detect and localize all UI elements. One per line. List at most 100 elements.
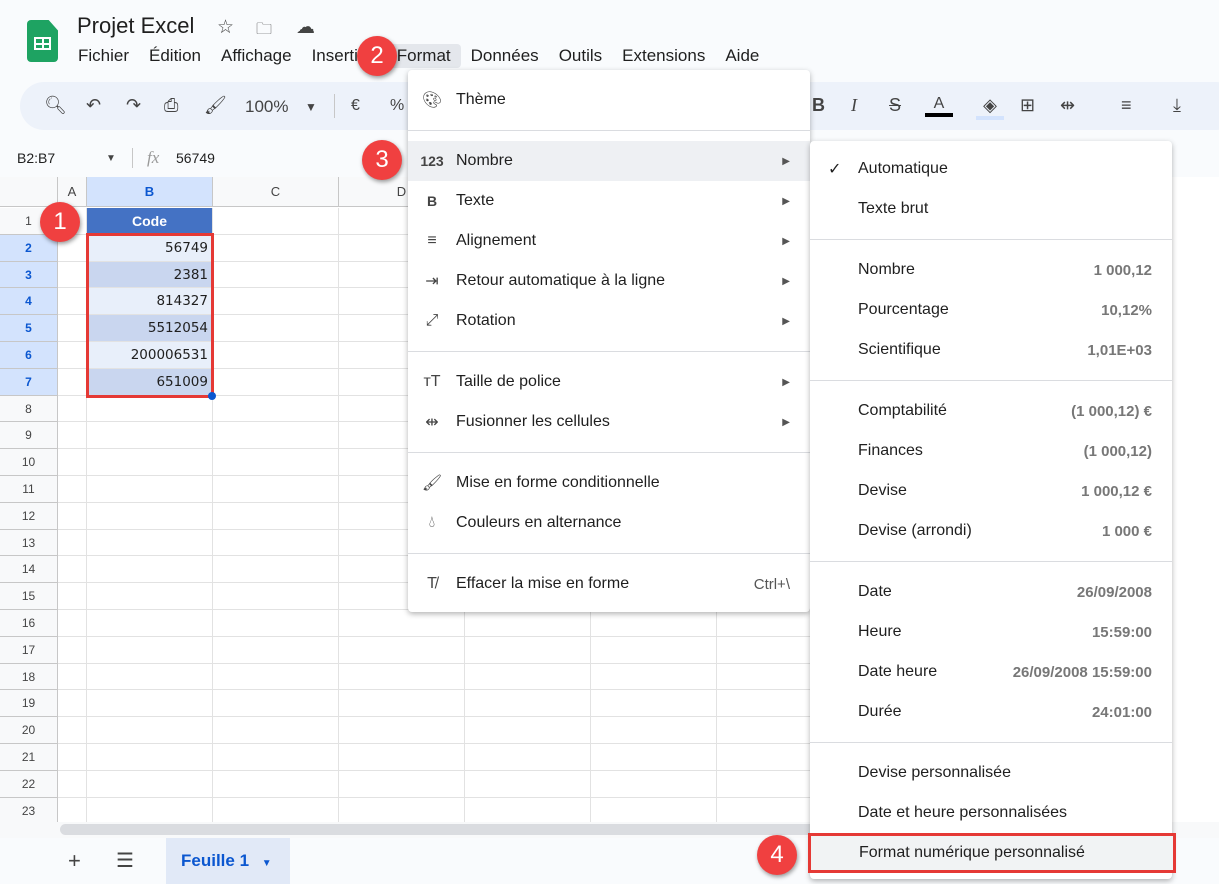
row-header[interactable]: 20 bbox=[0, 717, 58, 744]
cell[interactable] bbox=[87, 610, 213, 637]
row-header[interactable]: 6 bbox=[0, 342, 58, 369]
chevron-down-icon[interactable]: ▼ bbox=[106, 153, 116, 164]
cell[interactable] bbox=[58, 797, 87, 822]
menu-aide[interactable]: Aide bbox=[715, 44, 769, 68]
cell[interactable] bbox=[213, 449, 339, 476]
merge-cells-icon[interactable]: ⇹ bbox=[1060, 95, 1075, 116]
menu-item-11[interactable]: T̸ Effacer la mise en forme Ctrl+\ bbox=[408, 564, 810, 604]
menu-item-6[interactable]: ⤢ Rotation ▶ bbox=[408, 301, 810, 341]
cell[interactable] bbox=[591, 690, 717, 718]
cell[interactable] bbox=[213, 583, 339, 610]
number-format-option[interactable]: Date heure 26/09/2008 15:59:00 bbox=[810, 652, 1172, 692]
cell[interactable] bbox=[58, 261, 87, 289]
row-header[interactable]: 16 bbox=[0, 610, 58, 637]
folder-move-icon[interactable]: 🗀 bbox=[256, 18, 272, 45]
number-format-option[interactable]: Comptabilité (1 000,12) € bbox=[810, 391, 1172, 431]
number-format-option[interactable]: Devise (arrondi) 1 000 € bbox=[810, 511, 1172, 551]
cell[interactable] bbox=[339, 663, 465, 691]
cell[interactable] bbox=[213, 368, 339, 396]
cell[interactable] bbox=[465, 717, 591, 744]
row-header[interactable]: 21 bbox=[0, 744, 58, 771]
cell[interactable] bbox=[58, 502, 87, 530]
print-icon[interactable]: ⎙ bbox=[164, 95, 178, 116]
select-all-corner[interactable] bbox=[0, 177, 58, 207]
cell[interactable] bbox=[58, 315, 87, 342]
cell[interactable] bbox=[213, 556, 339, 584]
number-format-option[interactable]: Date et heure personnalisées bbox=[810, 793, 1172, 833]
cell[interactable] bbox=[58, 368, 87, 396]
menu-item-8[interactable]: ⇹ Fusionner les cellules ▶ bbox=[408, 402, 810, 442]
cell[interactable] bbox=[58, 636, 87, 664]
row-header[interactable]: 12 bbox=[0, 502, 58, 530]
number-format-option[interactable]: Finances (1 000,12) bbox=[810, 431, 1172, 471]
cell[interactable] bbox=[87, 797, 213, 822]
cell[interactable] bbox=[58, 288, 87, 316]
cell[interactable] bbox=[213, 770, 339, 798]
cell[interactable] bbox=[87, 663, 213, 691]
cell[interactable] bbox=[58, 529, 87, 557]
formula-input[interactable]: 56749 bbox=[176, 150, 215, 177]
cell[interactable] bbox=[465, 690, 591, 718]
cell[interactable] bbox=[465, 744, 591, 771]
cell[interactable] bbox=[339, 610, 465, 637]
cell[interactable] bbox=[87, 556, 213, 584]
sheets-logo[interactable] bbox=[27, 20, 58, 62]
italic-icon[interactable]: I bbox=[851, 95, 857, 116]
text-color-icon[interactable]: A bbox=[925, 95, 953, 117]
bold-icon[interactable]: B bbox=[812, 95, 825, 116]
cell[interactable] bbox=[87, 422, 213, 450]
cell[interactable] bbox=[87, 449, 213, 476]
cell[interactable] bbox=[58, 449, 87, 476]
cell[interactable] bbox=[213, 476, 339, 503]
cell[interactable] bbox=[58, 690, 87, 718]
number-format-option[interactable]: Format numérique personnalisé bbox=[808, 833, 1176, 873]
cell[interactable] bbox=[213, 690, 339, 718]
cell[interactable] bbox=[87, 476, 213, 503]
menu-affichage[interactable]: Affichage bbox=[211, 44, 302, 68]
number-format-option[interactable]: Devise personnalisée bbox=[810, 753, 1172, 793]
cell[interactable] bbox=[465, 797, 591, 822]
cell[interactable] bbox=[213, 342, 339, 369]
menu-item-10[interactable]: 💧︎ Couleurs en alternance bbox=[408, 503, 810, 543]
strikethrough-icon[interactable]: S bbox=[889, 95, 901, 116]
column-header-c[interactable]: C bbox=[213, 177, 339, 207]
cell[interactable] bbox=[465, 770, 591, 798]
row-header[interactable]: 8 bbox=[0, 395, 58, 423]
row-header[interactable]: 13 bbox=[0, 529, 58, 557]
cell[interactable] bbox=[213, 261, 339, 289]
cell[interactable] bbox=[213, 208, 339, 235]
currency-button[interactable]: € bbox=[351, 97, 360, 115]
cell[interactable] bbox=[591, 636, 717, 664]
name-box[interactable]: B2:B7 bbox=[17, 150, 55, 177]
chevron-down-icon[interactable]: ▼ bbox=[305, 100, 317, 114]
cell[interactable] bbox=[87, 636, 213, 664]
borders-icon[interactable]: ⊞ bbox=[1020, 95, 1035, 116]
cell[interactable] bbox=[591, 663, 717, 691]
row-header[interactable]: 7 bbox=[0, 368, 58, 396]
cell[interactable] bbox=[58, 476, 87, 503]
row-header[interactable]: 3 bbox=[0, 261, 58, 289]
paint-format-icon[interactable]: 🖌︎ bbox=[204, 95, 227, 116]
cell[interactable] bbox=[213, 502, 339, 530]
cloud-icon[interactable]: ☁ bbox=[296, 16, 315, 39]
add-sheet-button[interactable]: + bbox=[68, 848, 81, 874]
cell[interactable] bbox=[213, 636, 339, 664]
cell[interactable] bbox=[213, 288, 339, 316]
fill-handle[interactable] bbox=[208, 391, 216, 400]
horizontal-scrollbar[interactable] bbox=[60, 824, 820, 835]
cell[interactable] bbox=[58, 770, 87, 798]
percent-button[interactable]: % bbox=[390, 97, 404, 115]
row-header[interactable]: 23 bbox=[0, 797, 58, 822]
cell[interactable] bbox=[213, 717, 339, 744]
search-icon[interactable]: 🔍︎ bbox=[44, 95, 67, 116]
redo-icon[interactable]: ↷ bbox=[126, 95, 141, 116]
cell[interactable] bbox=[465, 610, 591, 637]
row-header[interactable]: 9 bbox=[0, 422, 58, 450]
menu-fichier[interactable]: Fichier bbox=[68, 44, 139, 68]
number-format-option[interactable]: ✓ Automatique bbox=[810, 149, 1172, 189]
undo-icon[interactable]: ↶ bbox=[86, 95, 101, 116]
star-icon[interactable]: ☆ bbox=[217, 16, 234, 39]
cell[interactable] bbox=[213, 663, 339, 691]
menu-item-7[interactable]: ᴛT Taille de police ▶ bbox=[408, 362, 810, 402]
cell[interactable] bbox=[213, 422, 339, 450]
